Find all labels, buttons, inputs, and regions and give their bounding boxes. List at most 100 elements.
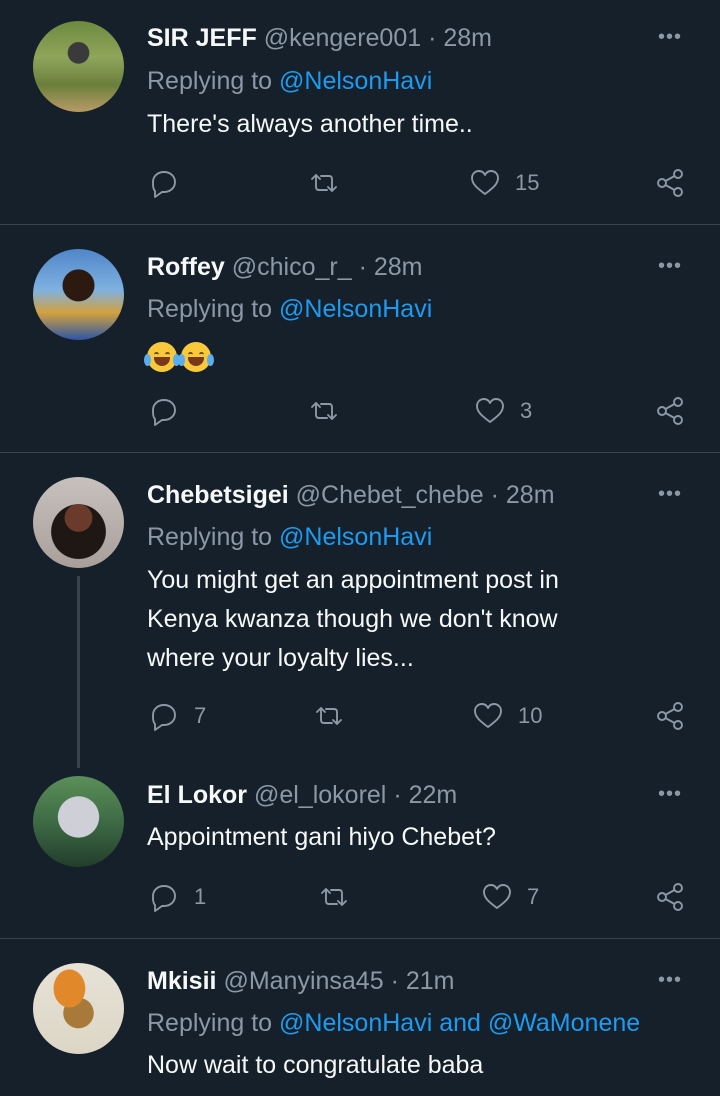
timestamp[interactable]: · 22m xyxy=(393,781,457,809)
tweet-header: Chebetsigei @Chebet_chebe · 28m xyxy=(147,481,555,510)
tweet-actions: 3 xyxy=(0,391,720,431)
replying-to: Replying to @NelsonHavi and @WaMonene xyxy=(147,1009,640,1038)
more-icon[interactable]: ••• xyxy=(654,970,686,993)
tweet-text: Now wait to congratulate baba xyxy=(147,1051,484,1079)
retweet-icon xyxy=(311,174,337,192)
replying-to-label: Replying to xyxy=(147,523,280,551)
like-count: 7 xyxy=(527,884,540,909)
like-button[interactable]: 3 xyxy=(474,391,532,431)
like-count: 10 xyxy=(518,703,543,728)
author-name[interactable]: Chebetsigei xyxy=(147,481,289,509)
divider xyxy=(0,224,720,225)
like-icon xyxy=(483,884,511,909)
reply-count: 7 xyxy=(194,703,207,728)
share-button[interactable] xyxy=(654,163,686,203)
thread-line xyxy=(77,576,80,768)
reply-mention-link[interactable]: @NelsonHavi xyxy=(279,1009,432,1037)
timestamp[interactable]: · 28m xyxy=(359,253,423,281)
like-button[interactable]: 15 xyxy=(469,163,539,203)
reply-icon xyxy=(152,171,176,198)
reply-mention-link[interactable]: @NelsonHavi xyxy=(279,523,432,551)
replying-to-label: Replying to xyxy=(147,67,280,95)
retweet-button[interactable] xyxy=(318,877,364,917)
reply-and-label: and xyxy=(432,1009,488,1037)
tweet-header: El Lokor @el_lokorel · 22m xyxy=(147,781,457,810)
share-button[interactable] xyxy=(654,696,686,736)
replying-to-label: Replying to xyxy=(147,295,280,323)
reply-mention-link[interactable]: @NelsonHavi xyxy=(279,67,432,95)
replying-to: Replying to @NelsonHavi xyxy=(147,67,432,96)
author-name[interactable]: Roffey xyxy=(147,253,225,281)
divider xyxy=(0,452,720,453)
avatar[interactable] xyxy=(33,776,124,867)
reply-button[interactable]: 1 xyxy=(148,877,206,917)
reply-icon xyxy=(152,885,176,912)
more-icon[interactable]: ••• xyxy=(654,484,686,507)
share-button[interactable] xyxy=(654,877,686,917)
share-icon xyxy=(657,397,683,425)
reply-icon xyxy=(152,704,176,731)
tweet-text xyxy=(144,337,687,376)
timestamp[interactable]: · 21m xyxy=(391,967,455,995)
reply-button[interactable]: 7 xyxy=(148,696,206,736)
avatar[interactable] xyxy=(33,477,124,568)
like-count: 3 xyxy=(520,398,533,423)
author-handle[interactable]: @Manyinsa45 xyxy=(223,967,383,995)
tears-of-joy-emoji xyxy=(144,342,180,373)
share-icon xyxy=(657,169,683,197)
reply-button[interactable] xyxy=(148,391,194,431)
share-button[interactable] xyxy=(654,391,686,431)
retweet-icon xyxy=(311,402,337,420)
reply-count: 1 xyxy=(194,884,207,909)
retweet-icon xyxy=(321,888,347,906)
tweet-text-line: Kenya kwanza though we don't know xyxy=(147,605,558,633)
divider xyxy=(0,938,720,939)
retweet-button[interactable] xyxy=(308,391,354,431)
author-handle[interactable]: @Chebet_chebe xyxy=(296,481,484,509)
author-name[interactable]: SIR JEFF xyxy=(147,24,257,52)
tweet-actions: 1 7 xyxy=(0,877,720,917)
reply-icon xyxy=(152,399,176,426)
tweet-text: There's always another time.. xyxy=(147,110,473,138)
author-handle[interactable]: @el_lokorel xyxy=(254,781,386,809)
share-icon xyxy=(657,702,683,730)
retweet-button[interactable] xyxy=(308,163,354,203)
like-button[interactable]: 7 xyxy=(481,877,539,917)
tweet-header: Mkisii @Manyinsa45 · 21m xyxy=(147,967,454,996)
author-handle[interactable]: @chico_r_ xyxy=(232,253,352,281)
more-icon[interactable]: ••• xyxy=(654,27,686,50)
avatar[interactable] xyxy=(33,249,124,340)
reply-mention-link[interactable]: @NelsonHavi xyxy=(279,295,432,323)
like-icon xyxy=(471,170,499,195)
more-icon[interactable]: ••• xyxy=(654,256,686,279)
like-count: 15 xyxy=(515,170,540,195)
author-name[interactable]: El Lokor xyxy=(147,781,247,809)
tweet-header: SIR JEFF @kengere001 · 28m xyxy=(147,24,492,53)
tweet-actions: 15 xyxy=(0,163,720,203)
like-button[interactable]: 10 xyxy=(472,696,542,736)
replying-to-label: Replying to xyxy=(147,1009,280,1037)
retweet-button[interactable] xyxy=(313,696,359,736)
reply-button[interactable] xyxy=(148,163,194,203)
tweet-text: You might get an appointment post in Ken… xyxy=(147,561,687,678)
author-name[interactable]: Mkisii xyxy=(147,967,216,995)
avatar[interactable] xyxy=(33,21,124,112)
share-icon xyxy=(657,883,683,911)
tweet-text: Appointment gani hiyo Chebet? xyxy=(147,823,496,851)
replying-to: Replying to @NelsonHavi xyxy=(147,523,432,552)
replying-to: Replying to @NelsonHavi xyxy=(147,295,432,324)
like-icon xyxy=(476,398,504,423)
tweet-text-line: where your loyalty lies... xyxy=(147,644,414,672)
timestamp[interactable]: · 28m xyxy=(428,24,492,52)
timestamp[interactable]: · 28m xyxy=(491,481,555,509)
reply-mention-link-2[interactable]: @WaMonene xyxy=(488,1009,640,1037)
like-icon xyxy=(474,703,502,728)
avatar[interactable] xyxy=(33,963,124,1054)
tears-of-joy-emoji xyxy=(178,342,214,373)
retweet-icon xyxy=(316,707,342,725)
author-handle[interactable]: @kengere001 xyxy=(264,24,421,52)
tweet-header: Roffey @chico_r_ · 28m xyxy=(147,253,422,282)
tweet-actions: 7 10 xyxy=(0,696,720,736)
more-icon[interactable]: ••• xyxy=(654,784,686,807)
tweet-text-line: You might get an appointment post in xyxy=(147,566,559,594)
